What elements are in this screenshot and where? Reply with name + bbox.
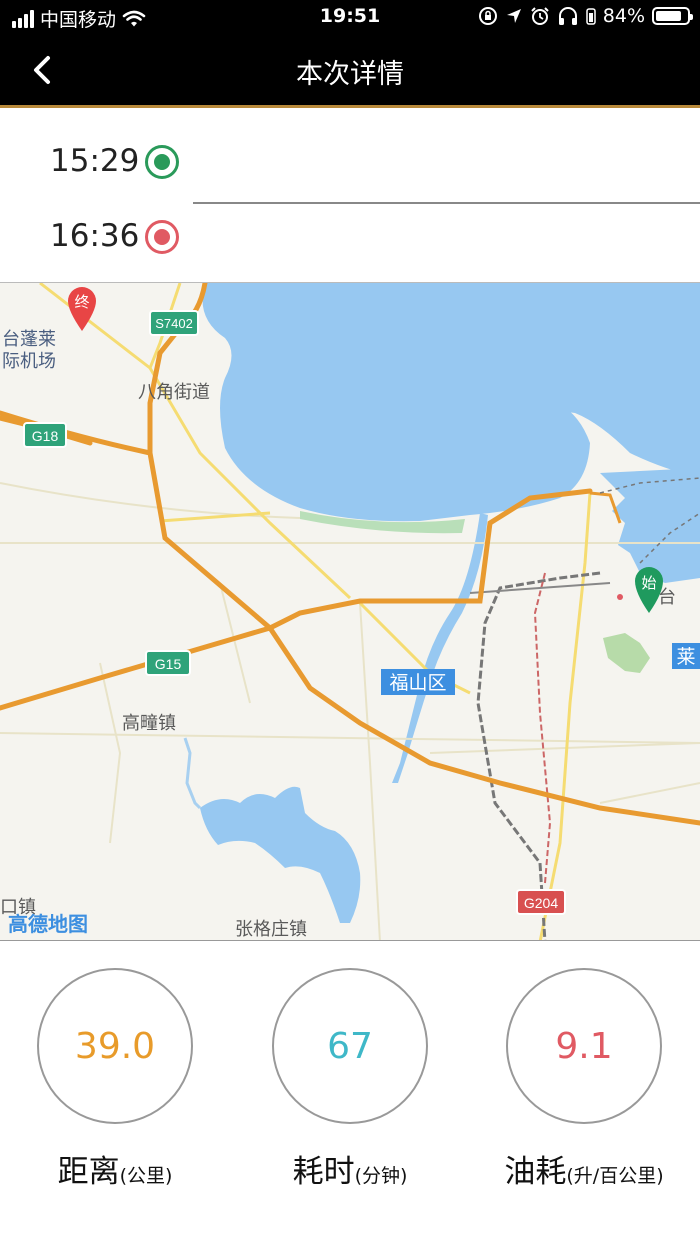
fuel-label: 油耗 <box>504 1154 567 1190</box>
status-right: 84% <box>478 5 693 27</box>
stat-duration: 67 耗时(分钟) <box>250 968 450 1191</box>
battery-percent: 84% <box>602 5 645 27</box>
duration-label-row: 耗时(分钟) <box>250 1146 450 1191</box>
amap-logo: 高德地图 <box>8 912 88 936</box>
status-bar: 中国移动 19:51 84% <box>0 0 700 34</box>
stat-fuel: 9.1 油耗(升/百公里) <box>484 968 684 1191</box>
stat-distance: 39.0 距离(公里) <box>15 968 215 1191</box>
headphones-icon <box>558 7 577 25</box>
headphone-battery-icon <box>586 8 596 25</box>
route-map[interactable]: S7402 G18 G15 G204 台蓬莱 际机场 八角街道 高疃镇 张格庄镇… <box>0 282 700 941</box>
duration-label: 耗时 <box>292 1154 355 1190</box>
end-marker-text: 终 <box>74 293 89 311</box>
map-canvas: S7402 G18 G15 G204 台蓬莱 际机场 八角街道 高疃镇 张格庄镇… <box>0 283 700 940</box>
map-label-airport-2: 际机场 <box>2 351 56 372</box>
shield-g204: G204 <box>516 889 566 915</box>
shield-s7402-text: S7402 <box>155 316 193 331</box>
start-time: 15:29 <box>50 143 140 179</box>
start-marker-text: 始 <box>641 574 656 592</box>
distance-circle: 39.0 <box>37 968 193 1124</box>
map-label-lai: 莱 <box>672 643 700 669</box>
shield-g15-text: G15 <box>155 656 182 672</box>
start-dot-icon <box>145 145 179 179</box>
distance-label: 距离 <box>57 1154 120 1190</box>
fuel-label-row: 油耗(升/百公里) <box>484 1146 684 1191</box>
map-label-gaotong: 高疃镇 <box>122 713 176 734</box>
shield-g18-text: G18 <box>32 428 59 444</box>
fuel-circle: 9.1 <box>506 968 662 1124</box>
map-label-fushan-text: 福山区 <box>389 672 446 694</box>
page-title: 本次详情 <box>296 59 404 90</box>
distance-label-row: 距离(公里) <box>15 1146 215 1191</box>
distance-unit: (公里) <box>119 1165 173 1187</box>
duration-unit: (分钟) <box>354 1165 408 1187</box>
map-label-zhanggezhuang: 张格庄镇 <box>235 919 307 940</box>
shield-s7402: S7402 <box>149 310 199 336</box>
shield-g18: G18 <box>23 422 67 448</box>
fuel-unit: (升/百公里) <box>566 1165 664 1187</box>
start-time-row: 15:29 <box>0 125 700 201</box>
map-label-fushan: 福山区 <box>381 669 455 695</box>
nav-bar: 本次详情 <box>0 34 700 108</box>
battery-icon <box>652 7 693 25</box>
distance-value: 39.0 <box>74 1025 156 1067</box>
shield-g204-text: G204 <box>524 895 558 911</box>
location-arrow-icon <box>506 9 521 23</box>
orientation-lock-icon <box>478 7 497 25</box>
end-dot-icon <box>145 220 179 254</box>
trip-stats: 39.0 距离(公里) 67 耗时(分钟) 9.1 油耗(升/百公里) <box>0 941 700 1244</box>
map-label-lai-text: 莱 <box>676 646 695 668</box>
duration-circle: 67 <box>272 968 428 1124</box>
map-label-airport-1: 台蓬莱 <box>2 329 56 350</box>
end-time-row: 16:36 <box>0 200 700 276</box>
alarm-icon <box>531 7 549 25</box>
shield-g15: G15 <box>145 650 191 676</box>
end-time: 16:36 <box>50 218 140 254</box>
duration-value: 67 <box>327 1025 373 1067</box>
map-label-bajiao: 八角街道 <box>138 382 210 403</box>
fuel-value: 9.1 <box>555 1025 613 1067</box>
